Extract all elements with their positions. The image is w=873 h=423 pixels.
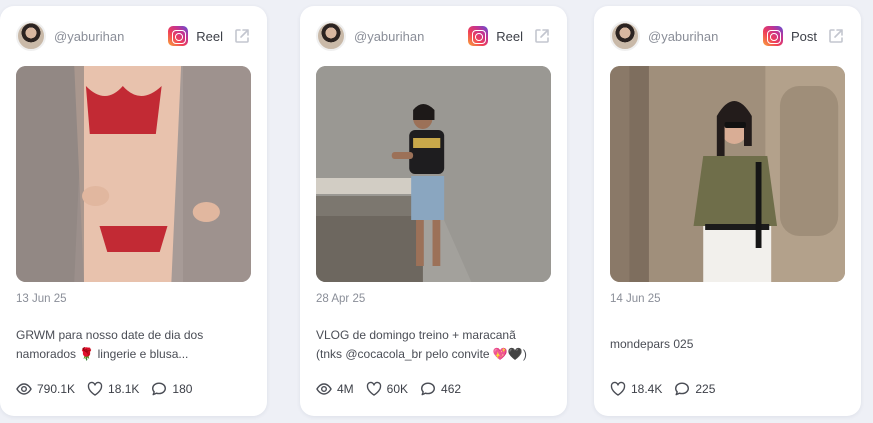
comments-count: 180 [172, 382, 193, 396]
post-card[interactable]: @yaburihan Post 14 Jun 25 mondepars 025 [594, 6, 861, 416]
instagram-icon [762, 26, 783, 46]
card-header: @yaburihan Reel [316, 20, 551, 52]
comments-stat: 462 [420, 381, 461, 397]
views-stat: 4M [316, 381, 354, 397]
post-caption: mondepars 025 [610, 335, 845, 354]
likes-count: 18.1K [108, 382, 140, 396]
card-header: @yaburihan Reel [16, 20, 251, 52]
caption-line: GRWM para nosso date de dia dos [16, 328, 204, 342]
caption-line: (tnks @cocacola_br pelo convite 💖🖤) [316, 347, 527, 361]
username: @yaburihan [54, 28, 125, 44]
caption-line: namorados 🌹 lingerie e blusa... [16, 347, 189, 361]
comments-stat: 225 [674, 381, 715, 397]
post-card[interactable]: @yaburihan Reel 28 Apr 25 VLOG de doming… [300, 6, 567, 416]
views-count: 4M [337, 382, 354, 396]
comment-icon [421, 382, 436, 396]
post-thumbnail[interactable] [610, 66, 845, 282]
views-stat: 790.1K [16, 381, 75, 397]
avatar [16, 21, 46, 51]
post-stats: 18.4K 225 [610, 380, 727, 398]
external-link-icon[interactable] [827, 27, 845, 45]
post-caption: VLOG de domingo treino + maracanã (tnks … [316, 326, 551, 364]
comments-stat: 180 [151, 381, 192, 397]
post-type-label: Post [790, 28, 817, 44]
post-stats: 790.1K 18.1K 180 [16, 380, 204, 398]
likes-stat: 60K [366, 381, 408, 397]
views-count: 790.1K [37, 382, 76, 396]
comment-icon [675, 382, 690, 396]
likes-stat: 18.4K [610, 381, 662, 397]
post-stats: 4M 60K 462 [316, 380, 473, 398]
post-caption: GRWM para nosso date de dia dos namorado… [16, 326, 251, 364]
instagram-icon [468, 26, 489, 46]
post-type-label: Reel [496, 28, 523, 44]
external-link-icon[interactable] [533, 27, 551, 45]
eye-icon [16, 383, 32, 395]
username: @yaburihan [354, 28, 425, 44]
caption-line: mondepars 025 [610, 337, 694, 351]
comments-count: 225 [695, 382, 716, 396]
card-header: @yaburihan Post [610, 20, 845, 52]
heart-icon [87, 381, 103, 396]
comments-count: 462 [441, 382, 462, 396]
post-date: 28 Apr 25 [316, 293, 366, 305]
instagram-icon [168, 26, 189, 46]
likes-count: 18.4K [631, 382, 663, 396]
heart-icon [366, 381, 381, 396]
username: @yaburihan [648, 28, 719, 44]
likes-stat: 18.1K [87, 381, 139, 397]
post-type-label: Reel [196, 28, 223, 44]
eye-icon [316, 383, 332, 395]
post-date: 13 Jun 25 [16, 293, 67, 305]
heart-icon [610, 381, 626, 396]
avatar [610, 21, 640, 51]
post-date: 14 Jun 25 [610, 293, 661, 305]
post-thumbnail[interactable] [16, 66, 251, 282]
post-card[interactable]: @yaburihan Reel 13 Jun 25 GRWM para noss… [0, 6, 267, 416]
comment-icon [152, 382, 167, 396]
avatar [316, 21, 346, 51]
external-link-icon[interactable] [233, 27, 251, 45]
caption-line: VLOG de domingo treino + maracanã [316, 328, 516, 342]
post-thumbnail[interactable] [316, 66, 551, 282]
likes-count: 60K [386, 382, 409, 396]
